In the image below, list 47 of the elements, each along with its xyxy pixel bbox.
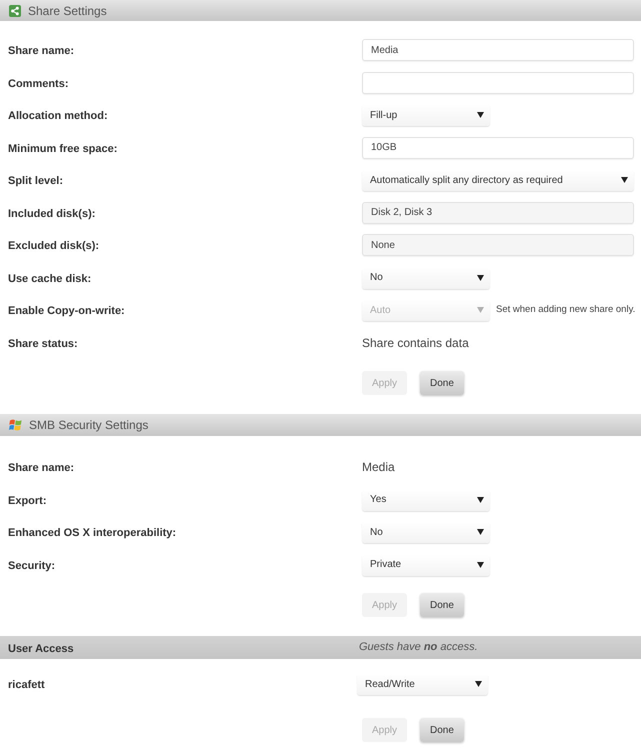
dropdown[interactable]: No <box>362 521 490 544</box>
field-label: Enable Copy-on-write: <box>8 305 125 318</box>
dropdown[interactable]: Read/Write <box>357 673 488 695</box>
done-button[interactable]: Done <box>420 718 464 742</box>
field-label: Minimum free space: <box>8 142 118 155</box>
share-icon <box>9 4 21 16</box>
text-field[interactable]: Disk 2, Disk 3 <box>362 202 634 224</box>
hint-text: Set when adding new share only. <box>496 303 636 318</box>
field-label: Export: <box>8 494 46 507</box>
caret-icon <box>477 274 484 281</box>
field-label: Share name: <box>8 462 74 474</box>
field-label: Security: <box>8 560 56 572</box>
caret-icon <box>475 681 482 687</box>
field-label: Comments: <box>8 78 69 90</box>
done-button[interactable]: Done <box>420 371 464 395</box>
dropdown[interactable]: Yes <box>362 488 490 511</box>
dropdown[interactable]: Automatically split any directory as required <box>362 169 634 192</box>
field-label: Excluded disk(s): <box>8 240 100 252</box>
field-label: Enhanced OS X interoperability: <box>8 527 176 540</box>
caret-icon <box>477 307 484 314</box>
section-title: User Access <box>8 642 74 654</box>
text-field[interactable] <box>362 72 634 94</box>
section-title: SMB Security Settings <box>29 417 148 434</box>
user-name: ricafett <box>8 679 45 691</box>
field-label: Split level: <box>8 175 64 188</box>
text-field[interactable]: Media <box>362 39 634 62</box>
value-text: Media <box>362 459 395 476</box>
caret-icon <box>621 177 628 184</box>
field-label: Included disk(s): <box>8 208 96 220</box>
dropdown[interactable]: Fill-up <box>362 104 490 126</box>
field-label: Use cache disk: <box>8 272 92 285</box>
caret-icon <box>477 562 484 568</box>
field-label: Share name: <box>8 45 74 58</box>
field-label: Share status: <box>8 338 78 350</box>
caret-icon <box>477 112 484 118</box>
caret-icon <box>477 496 484 503</box>
done-button[interactable]: Done <box>420 593 464 617</box>
text-field[interactable]: None <box>362 234 634 256</box>
field-label: Allocation method: <box>8 110 108 122</box>
text-field[interactable]: 10GB <box>362 136 634 159</box>
caret-icon <box>477 529 484 536</box>
windows-logo-icon <box>9 419 22 431</box>
dropdown[interactable]: Private <box>362 554 490 576</box>
value-text: Share contains data <box>362 334 469 352</box>
guest-access-note: Guests have no access. <box>359 640 478 656</box>
section-title: Share Settings <box>28 2 107 20</box>
dropdown[interactable]: No <box>362 266 490 289</box>
